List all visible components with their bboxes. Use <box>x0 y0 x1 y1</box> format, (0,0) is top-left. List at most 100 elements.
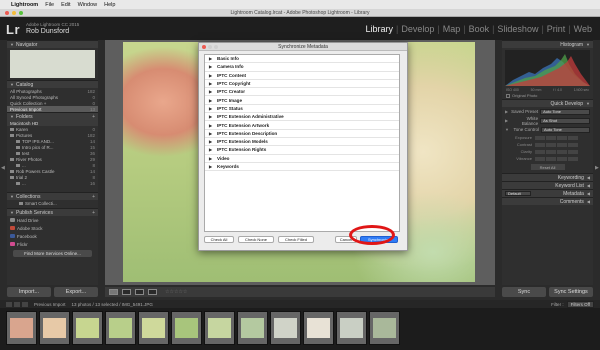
check-none-button[interactable]: Check None <box>238 236 274 243</box>
add-folder-icon[interactable]: + <box>92 114 95 120</box>
disclosure-triangle-icon[interactable]: ▼ <box>505 127 509 132</box>
keyword-list-header[interactable]: Keyword List ◀ <box>502 181 593 189</box>
module-slideshow[interactable]: Slideshow <box>495 24 540 34</box>
menu-app-name[interactable]: Lightroom <box>11 2 38 8</box>
section-iptc-creator[interactable]: ▶ IPTC Creator <box>205 88 399 97</box>
folders-header[interactable]: ▼ Folders + <box>7 112 98 120</box>
check-filled-button[interactable]: Check Filled <box>278 236 314 243</box>
collections-header[interactable]: ▼ Collections + <box>7 192 98 200</box>
sync-settings-button[interactable]: Sync Settings <box>549 287 593 297</box>
adjust-buttons[interactable] <box>535 135 578 140</box>
filmstrip-thumbnail[interactable] <box>336 311 367 345</box>
menu-help[interactable]: Help <box>104 2 115 8</box>
disclosure-triangle-icon[interactable]: ▶ <box>209 106 217 111</box>
module-develop[interactable]: Develop <box>399 24 436 34</box>
module-print[interactable]: Print <box>545 24 568 34</box>
catalog-header[interactable]: ▼ Catalog <box>7 80 98 88</box>
sync-button[interactable]: Sync <box>502 287 546 297</box>
left-panel-toggle-icon[interactable]: ◀ <box>1 165 5 171</box>
section-iptc-ext-description[interactable]: ▶ IPTC Extension Description <box>205 130 399 138</box>
metadata-preset-select[interactable]: Default <box>505 191 531 196</box>
module-map[interactable]: Map <box>441 24 463 34</box>
filter-select[interactable]: Filters Off <box>566 300 594 308</box>
section-iptc-ext-rights[interactable]: ▶ IPTC Extension Rights <box>205 146 399 155</box>
section-iptc-content[interactable]: ▶ IPTC Content <box>205 72 399 80</box>
filmstrip-thumbnail[interactable] <box>369 311 400 345</box>
section-iptc-ext-models[interactable]: ▶ IPTC Extension Models <box>205 138 399 147</box>
section-iptc-ext-artwork[interactable]: ▶ IPTC Extension Artwork <box>205 121 399 130</box>
module-book[interactable]: Book <box>467 24 492 34</box>
section-iptc-copyright[interactable]: ▶ IPTC Copyright <box>205 80 399 89</box>
collection-item[interactable]: Smart Collecti... <box>7 200 98 206</box>
filmstrip-thumbnail[interactable] <box>138 311 169 345</box>
back-icon[interactable] <box>14 301 20 307</box>
survey-view-button[interactable] <box>148 289 157 295</box>
metadata-header[interactable]: Default Metadata ◀ <box>502 189 593 197</box>
filmstrip-thumbnail[interactable] <box>204 311 235 345</box>
disclosure-triangle-icon[interactable]: ▶ <box>209 98 217 103</box>
histogram-header[interactable]: Histogram ▼ <box>502 40 593 48</box>
disclosure-triangle-icon[interactable]: ▶ <box>209 123 217 128</box>
section-basic-info[interactable]: ▶ Basic Info <box>205 55 399 64</box>
import-button[interactable]: Import... <box>7 287 51 297</box>
menu-file[interactable]: File <box>45 2 54 8</box>
disclosure-triangle-icon[interactable]: ▶ <box>209 73 217 78</box>
navigator-header[interactable]: ▼ Navigator <box>7 40 98 48</box>
grid-view-button[interactable] <box>122 289 131 295</box>
filmstrip-thumbnail[interactable] <box>270 311 301 345</box>
disclosure-triangle-icon[interactable]: ▶ <box>209 56 217 61</box>
filmstrip-thumbnail[interactable] <box>6 311 37 345</box>
disclosure-triangle-icon[interactable]: ▶ <box>209 114 217 119</box>
folder-item[interactable]: ... 16 <box>7 180 98 186</box>
dialog-close-button[interactable] <box>202 45 206 49</box>
disclosure-triangle-icon[interactable]: ▶ <box>209 89 217 94</box>
disclosure-triangle-icon[interactable]: ▶ <box>505 109 508 114</box>
section-keywords[interactable]: ▶ Keywords <box>205 163 399 172</box>
section-iptc-image[interactable]: ▶ IPTC Image <box>205 96 399 105</box>
keywording-header[interactable]: Keywording ◀ <box>502 173 593 181</box>
adjust-buttons[interactable] <box>535 156 578 161</box>
module-library[interactable]: Library <box>363 24 395 34</box>
check-all-button[interactable]: Check All <box>204 236 234 243</box>
export-button[interactable]: Export... <box>54 287 98 297</box>
filmstrip-source[interactable]: Previous Import <box>34 302 66 307</box>
adjust-buttons[interactable] <box>535 149 578 154</box>
service-flickr[interactable]: Flickr <box>7 240 98 248</box>
module-web[interactable]: Web <box>572 24 594 34</box>
disclosure-triangle-icon[interactable]: ▶ <box>209 64 217 69</box>
disclosure-triangle-icon[interactable]: ▶ <box>209 147 217 152</box>
filmstrip-thumbnail[interactable] <box>39 311 70 345</box>
checkbox-icon[interactable] <box>506 93 510 98</box>
service-hard-drive[interactable]: Hard Drive <box>7 216 98 224</box>
forward-icon[interactable] <box>22 301 28 307</box>
filmstrip-thumbnail[interactable] <box>237 311 268 345</box>
disclosure-triangle-icon[interactable]: ▶ <box>209 139 217 144</box>
reset-all-button[interactable]: Reset All <box>530 164 565 170</box>
navigator-thumbnail[interactable] <box>10 50 95 78</box>
adjust-buttons[interactable] <box>535 142 578 147</box>
loupe-view-button[interactable] <box>109 289 118 295</box>
filmstrip-thumbnail[interactable] <box>303 311 334 345</box>
section-iptc-ext-administrative[interactable]: ▶ IPTC Extension Administrative <box>205 113 399 122</box>
disclosure-triangle-icon[interactable]: ▶ <box>209 156 217 161</box>
white-balance-select[interactable]: As Shot <box>540 117 590 124</box>
section-iptc-status[interactable]: ▶ IPTC Status <box>205 105 399 114</box>
service-facebook[interactable]: Facebook <box>7 232 98 240</box>
add-service-icon[interactable]: + <box>92 210 95 216</box>
disclosure-triangle-icon[interactable]: ▶ <box>505 118 508 123</box>
quick-develop-header[interactable]: Quick Develop ▼ <box>502 99 593 107</box>
view-grid-icon[interactable] <box>6 301 12 307</box>
filmstrip-thumbnail[interactable] <box>105 311 136 345</box>
publish-services-header[interactable]: ▼ Publish Services + <box>7 208 98 216</box>
original-photo-toggle[interactable]: Original Photo <box>502 92 593 99</box>
comments-header[interactable]: Comments ◀ <box>502 197 593 205</box>
menu-window[interactable]: Window <box>78 2 98 8</box>
find-more-services-button[interactable]: Find More Services Online... <box>13 250 92 257</box>
disclosure-triangle-icon[interactable]: ▶ <box>209 81 217 86</box>
saved-preset-select[interactable]: Auto Tone <box>540 108 590 115</box>
service-adobe-stock[interactable]: Adobe Stock <box>7 224 98 232</box>
tone-control-button[interactable]: Auto Tone <box>540 126 590 133</box>
filmstrip-thumbnail[interactable] <box>171 311 202 345</box>
disclosure-triangle-icon[interactable]: ▶ <box>209 131 217 136</box>
menu-edit[interactable]: Edit <box>61 2 70 8</box>
